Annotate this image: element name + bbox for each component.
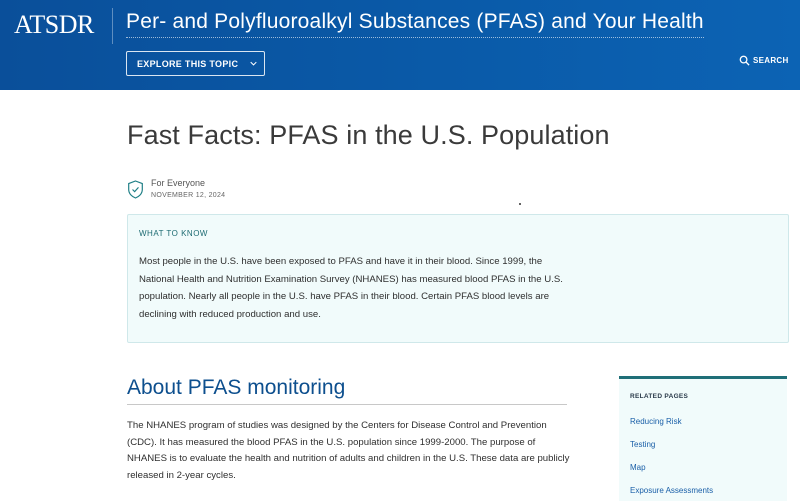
what-to-know-heading: WHAT TO KNOW xyxy=(139,229,208,238)
what-to-know-box: WHAT TO KNOW Most people in the U.S. hav… xyxy=(127,214,789,343)
related-link-map[interactable]: Map xyxy=(630,463,646,472)
chevron-down-icon xyxy=(250,61,257,66)
section-heading: About PFAS monitoring xyxy=(127,376,567,405)
search-icon xyxy=(739,55,750,66)
explore-topic-button[interactable]: EXPLORE THIS TOPIC xyxy=(126,51,265,76)
related-pages-panel: RELATED PAGES Reducing Risk Testing Map … xyxy=(619,376,787,501)
page-title: Fast Facts: PFAS in the U.S. Population xyxy=(127,120,610,150)
related-link-reducing-risk[interactable]: Reducing Risk xyxy=(630,417,682,426)
site-title[interactable]: Per- and Polyfluoroalkyl Substances (PFA… xyxy=(126,10,704,38)
search-label: SEARCH xyxy=(753,56,789,65)
related-pages-heading: RELATED PAGES xyxy=(630,393,689,400)
section-body: The NHANES program of studies was design… xyxy=(127,420,570,481)
header-divider xyxy=(112,8,113,44)
site-header: ATSDR Per- and Polyfluoroalkyl Substance… xyxy=(0,0,800,90)
atsdr-logo[interactable]: ATSDR xyxy=(14,10,94,40)
what-to-know-text: Most people in the U.S. have been expose… xyxy=(139,256,563,320)
related-link-exposure-assessments[interactable]: Exposure Assessments xyxy=(630,486,713,495)
stray-dot xyxy=(519,203,521,205)
explore-topic-label: EXPLORE THIS TOPIC xyxy=(137,58,239,69)
shield-icon xyxy=(128,180,143,199)
audience-meta: For Everyone NOVEMBER 12, 2024 xyxy=(127,176,225,199)
search-button[interactable]: SEARCH xyxy=(739,55,789,66)
publish-date: NOVEMBER 12, 2024 xyxy=(151,192,226,199)
related-link-testing[interactable]: Testing xyxy=(630,440,655,449)
audience-label: For Everyone xyxy=(151,178,206,188)
